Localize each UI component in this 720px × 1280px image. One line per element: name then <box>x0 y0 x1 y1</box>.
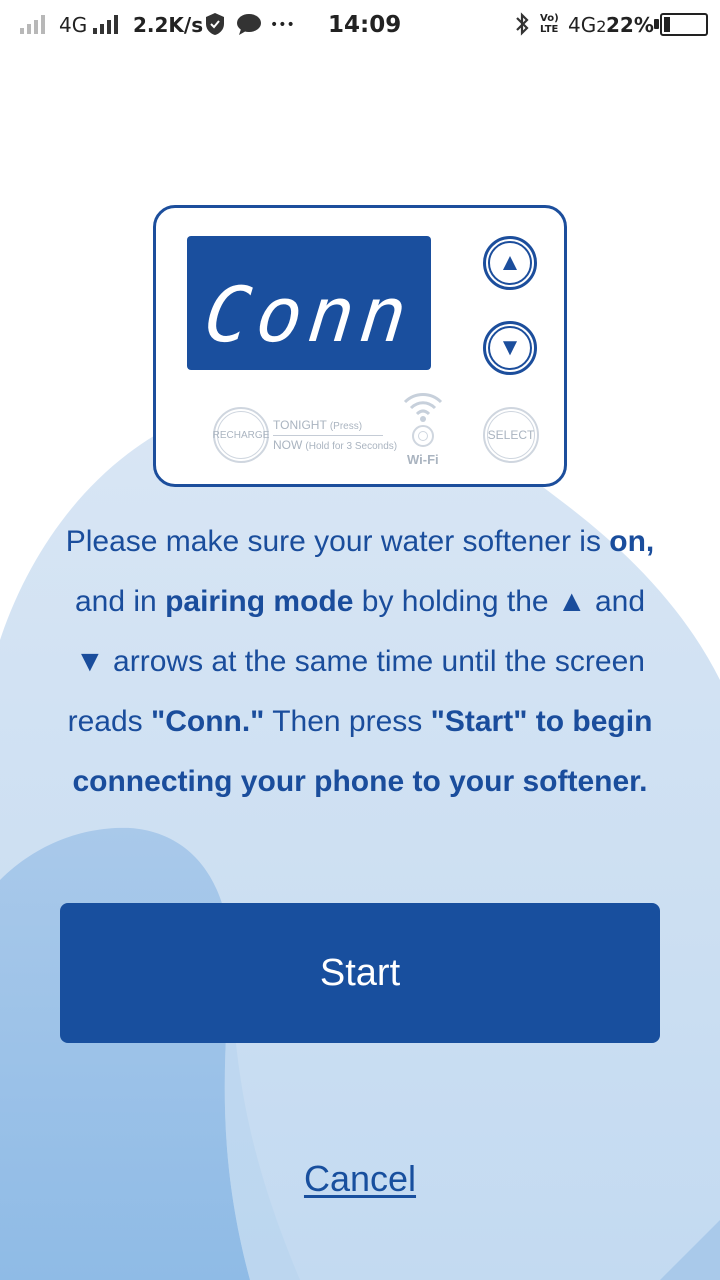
network-type-1: 4G <box>59 13 88 37</box>
network-speed: 2.2K/s <box>133 13 204 37</box>
down-arrow-icon: ▼ <box>498 334 522 361</box>
status-bar: 4G 2.2K/s ••• 14:09 Vo) LTE 4G2 22% <box>0 0 720 52</box>
signal-strength-icon <box>20 14 45 34</box>
wifi-label: Wi-Fi <box>407 452 439 467</box>
cancel-link[interactable]: Cancel <box>260 1158 460 1200</box>
start-button[interactable]: Start <box>60 903 660 1043</box>
instruction-conn: "Conn." <box>150 705 265 738</box>
instruction-start: "Start" <box>430 705 528 738</box>
pairing-instructions: Please make sure your water softener is … <box>65 525 655 798</box>
softener-control-panel-illustration: Conn ▲ ▼ RECHARGE TONIGHT (Press) NOW (H… <box>153 205 567 487</box>
instruction-pairing-mode: pairing mode <box>165 585 354 618</box>
signal-strength-icon <box>93 14 118 34</box>
shield-icon <box>204 12 226 42</box>
lcd-display-text: Conn <box>200 269 418 359</box>
instruction-on: on, <box>609 525 655 558</box>
recharge-button: RECHARGE <box>213 407 269 463</box>
battery-percent: 22% <box>606 13 654 37</box>
clock: 14:09 <box>328 12 402 38</box>
recharge-divider <box>273 435 383 436</box>
start-button-label: Start <box>319 951 401 994</box>
lcd-display: Conn <box>187 236 431 370</box>
recharge-label: RECHARGE <box>213 411 269 459</box>
more-notifications-icon: ••• <box>270 17 295 33</box>
down-arrow-button: ▼ <box>483 321 537 375</box>
wifi-led <box>412 425 434 447</box>
network-type-2: 4G2 <box>568 13 607 37</box>
select-label: SELECT <box>487 411 535 459</box>
select-button: SELECT <box>483 407 539 463</box>
volte-badge: Vo) LTE <box>540 13 559 35</box>
battery-icon <box>660 13 708 36</box>
up-arrow-icon: ▲ <box>498 249 522 276</box>
now-label: NOW (Hold for 3 Seconds) <box>273 438 398 452</box>
battery-icon-tip <box>654 19 659 29</box>
bluetooth-icon <box>513 12 531 42</box>
message-icon <box>236 12 262 42</box>
up-arrow-button: ▲ <box>483 236 537 290</box>
tonight-label: TONIGHT (Press) <box>273 418 363 432</box>
